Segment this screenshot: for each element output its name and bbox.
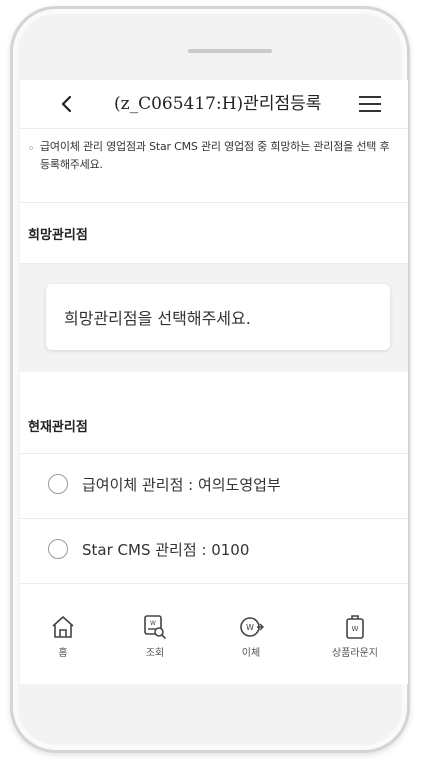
tab-home-label: 홈: [58, 648, 68, 659]
hope-branch-title: 희망관리점: [28, 228, 88, 243]
speaker-slot: [188, 49, 272, 53]
radio-button[interactable]: [48, 474, 68, 494]
transfer-icon: W: [240, 617, 264, 637]
chevron-left-icon: [61, 95, 72, 113]
tab-transfer[interactable]: W 이체: [216, 614, 286, 674]
svg-text:W: W: [150, 620, 156, 627]
tab-inquiry[interactable]: W 조회: [120, 614, 190, 674]
product-lounge-icon: W: [346, 615, 364, 639]
svg-text:W: W: [352, 625, 359, 633]
radio-option-starcms[interactable]: Star CMS 관리점 : 0100: [20, 519, 408, 584]
notice-text: 급여이체 관리 영업점과 Star CMS 관리 영업점 중 희망하는 관리점을…: [40, 140, 390, 171]
bottom-tab-bar: 홈 W 조회 W 이체 W 상품라운지: [20, 608, 408, 684]
page-title: (z_C065417:H)관리점등록: [114, 94, 322, 114]
menu-button[interactable]: [359, 93, 381, 115]
hamburger-menu-icon-bar-top: [359, 96, 381, 98]
radio-button[interactable]: [48, 539, 68, 559]
tab-home[interactable]: 홈: [28, 614, 98, 674]
notice-bullet: ◦: [28, 142, 35, 155]
inquiry-icon: W: [144, 615, 166, 639]
hamburger-menu-icon-bar-middle: [359, 103, 381, 105]
radio-label: Star CMS 관리점 : 0100: [82, 541, 250, 559]
tab-transfer-label: 이체: [241, 648, 261, 659]
svg-text:W: W: [246, 623, 254, 632]
tab-product-lounge-label: 상품라운지: [332, 648, 378, 659]
current-branch-header: 현재관리점: [20, 372, 408, 454]
notice-box: ◦ 급여이체 관리 영업점과 Star CMS 관리 영업점 중 희망하는 관리…: [20, 129, 408, 203]
current-branch-title: 현재관리점: [28, 420, 88, 435]
app-header: (z_C065417:H)관리점등록: [20, 80, 408, 129]
tab-product-lounge[interactable]: W 상품라운지: [320, 614, 390, 674]
radio-label: 급여이체 관리점 : 여의도영업부: [82, 476, 281, 494]
hope-branch-select[interactable]: 희망관리점을 선택해주세요.: [46, 284, 390, 350]
hamburger-menu-icon-bar-bottom: [359, 110, 381, 112]
hope-branch-header: 희망관리점: [20, 203, 408, 264]
hope-branch-placeholder: 희망관리점을 선택해주세요.: [64, 309, 251, 328]
tab-inquiry-label: 조회: [145, 648, 165, 659]
app-screen: (z_C065417:H)관리점등록 ◦ 급여이체 관리 영업점과 Star C…: [20, 80, 408, 684]
radio-option-payroll[interactable]: 급여이체 관리점 : 여의도영업부: [20, 454, 408, 519]
back-button[interactable]: [54, 92, 78, 116]
home-icon: [52, 616, 74, 638]
